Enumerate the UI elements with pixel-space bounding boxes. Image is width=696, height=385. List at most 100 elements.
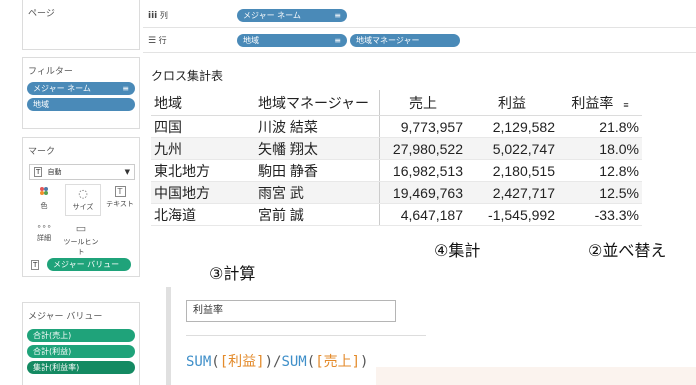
header-profit[interactable]: 利益: [466, 90, 558, 116]
columns-pill-label: メジャー ネーム: [243, 11, 301, 20]
cell-region[interactable]: 東北地方: [151, 159, 255, 182]
chevron-down-icon: ▼: [124, 168, 130, 176]
cell-profit-ratio[interactable]: 12.8%: [558, 159, 642, 182]
measure-value-pill-profit-ratio[interactable]: 集計(利益率): [27, 361, 135, 374]
mark-type-icon: T: [34, 167, 43, 177]
mark-text-label: テキスト: [106, 200, 134, 208]
text-icon: T: [114, 186, 126, 197]
filters-card: フィルター メジャー ネーム ≡ 地域: [22, 57, 140, 129]
cell-profit[interactable]: 2,129,582: [466, 115, 558, 138]
columns-shelf: iii 列 メジャー ネーム ≡: [143, 5, 696, 28]
cell-manager[interactable]: 駒田 静香: [255, 159, 380, 182]
header-profit-ratio[interactable]: 利益率 ≡: [558, 90, 642, 116]
pages-card: ページ: [22, 0, 140, 50]
table-row: 北海道 宮前 誠 4,647,187 -1,545,992 -33.3%: [151, 203, 642, 226]
cell-profit[interactable]: 2,180,515: [466, 159, 558, 182]
cell-manager[interactable]: 宮前 誠: [255, 203, 380, 226]
table-row: 東北地方 駒田 静香 16,982,513 2,180,515 12.8%: [151, 159, 642, 182]
cell-manager[interactable]: 雨宮 武: [255, 181, 380, 204]
cell-profit-ratio[interactable]: 21.8%: [558, 115, 642, 138]
columns-pill-measure-names[interactable]: メジャー ネーム ≡: [237, 9, 347, 22]
header-manager[interactable]: 地域マネージャー: [255, 90, 380, 116]
table-row: 四国 川波 結菜 9,773,957 2,129,582 21.8%: [151, 115, 642, 138]
mark-detail-label: 詳細: [37, 234, 51, 242]
cell-sales[interactable]: 9,773,957: [379, 115, 466, 138]
measure-value-pill-sales[interactable]: 合計(売上): [27, 329, 135, 342]
cell-profit-ratio[interactable]: -33.3%: [558, 203, 642, 226]
rows-pill-region[interactable]: 地域 ≡: [237, 34, 347, 47]
size-icon: ◌: [78, 187, 88, 200]
marks-title: マーク: [28, 147, 56, 157]
marks-text-pill-label: メジャー バリュー: [53, 260, 120, 269]
measure-value-label: 合計(利益): [33, 347, 72, 356]
calc-field-name-value: 利益率: [193, 305, 223, 316]
cell-profit-ratio[interactable]: 18.0%: [558, 137, 642, 160]
annotation-calc: ③計算: [209, 264, 256, 283]
cell-region[interactable]: 北海道: [151, 203, 255, 226]
formula-func: SUM: [281, 354, 307, 370]
cell-profit[interactable]: 2,427,717: [466, 181, 558, 204]
mark-text-button[interactable]: T テキスト: [103, 184, 137, 214]
annotation-sort: ②並べ替え: [588, 241, 667, 260]
filter-pill-label: 地域: [33, 100, 49, 109]
marks-text-pill[interactable]: メジャー バリュー: [47, 258, 131, 271]
marks-card: マーク T 自動 ▼ 色 ◌ サイズ T テキスト ∘∘∘ 詳細 ▭ ツールヒン…: [22, 137, 140, 277]
table-header-row: 地域 地域マネージャー 売上 利益 利益率 ≡: [151, 90, 642, 116]
formula-paren: ): [360, 354, 369, 370]
tooltip-icon: ▭: [75, 222, 87, 235]
cell-sales[interactable]: 4,647,187: [379, 203, 466, 226]
measure-value-pill-profit[interactable]: 合計(利益): [27, 345, 135, 358]
calc-divider: [186, 335, 426, 336]
cell-region[interactable]: 中国地方: [151, 181, 255, 204]
rows-icon: ☰: [148, 36, 157, 46]
calc-editor-panel: 利益率 SUM([利益])/SUM([売上]): [166, 287, 696, 385]
cell-profit[interactable]: 5,022,747: [466, 137, 558, 160]
formula-func: SUM: [186, 354, 212, 370]
filters-title: フィルター: [28, 67, 73, 77]
cell-profit-ratio[interactable]: 12.5%: [558, 181, 642, 204]
mark-detail-button[interactable]: ∘∘∘ 詳細: [27, 220, 61, 250]
mark-color-label: 色: [40, 202, 48, 210]
cell-manager[interactable]: 矢幡 翔太: [255, 137, 380, 160]
view-title: クロス集計表: [151, 69, 224, 83]
sort-icon[interactable]: ≡: [623, 100, 628, 110]
columns-icon: iii: [148, 11, 158, 21]
mark-color-button[interactable]: 色: [27, 184, 61, 214]
mark-size-button[interactable]: ◌ サイズ: [65, 184, 101, 216]
header-region[interactable]: 地域: [151, 90, 255, 116]
rows-shelf-label: ☰ 行: [148, 36, 167, 46]
cell-region[interactable]: 四国: [151, 115, 255, 138]
sort-icon: ≡: [122, 84, 129, 93]
columns-shelf-label: iii 列: [148, 11, 168, 21]
mark-type-select[interactable]: T 自動 ▼: [29, 164, 135, 180]
color-icon: [27, 186, 61, 199]
filter-pill-label: メジャー ネーム: [33, 84, 91, 93]
rows-pill-label: 地域: [243, 36, 259, 45]
cell-manager[interactable]: 川波 結菜: [255, 115, 380, 138]
cell-sales[interactable]: 27,980,522: [379, 137, 466, 160]
cell-region[interactable]: 九州: [151, 137, 255, 160]
calc-field-name-input[interactable]: 利益率: [186, 300, 396, 322]
formula-field: [利益]: [219, 354, 265, 370]
measure-values-title: メジャー バリュー: [28, 312, 103, 322]
cell-sales[interactable]: 19,469,763: [379, 181, 466, 204]
calc-editor-left-border: [166, 287, 171, 385]
mark-tooltip-button[interactable]: ▭ ツールヒント: [61, 220, 101, 256]
pages-title: ページ: [28, 9, 55, 19]
measure-value-label: 集計(利益率): [33, 363, 80, 372]
cell-sales[interactable]: 16,982,513: [379, 159, 466, 182]
calc-formula[interactable]: SUM([利益])/SUM([売上]): [186, 351, 368, 371]
filter-pill-measure-names[interactable]: メジャー ネーム ≡: [27, 82, 135, 95]
mark-size-label: サイズ: [72, 203, 94, 211]
measure-value-label: 合計(売上): [33, 331, 72, 340]
rows-pill-region-manager[interactable]: 地域マネージャー: [350, 34, 460, 47]
measure-values-card: メジャー バリュー 合計(売上) 合計(利益) 集計(利益率): [22, 302, 140, 385]
annotation-aggregate: ④集計: [434, 241, 481, 260]
rows-pill-label: 地域マネージャー: [356, 36, 420, 45]
cell-profit[interactable]: -1,545,992: [466, 203, 558, 226]
header-sales[interactable]: 売上: [379, 90, 466, 116]
filter-pill-region[interactable]: 地域: [27, 98, 135, 111]
text-mark-icon: T: [31, 260, 40, 270]
sort-icon: ≡: [334, 36, 341, 45]
formula-operator: )/: [264, 354, 282, 370]
